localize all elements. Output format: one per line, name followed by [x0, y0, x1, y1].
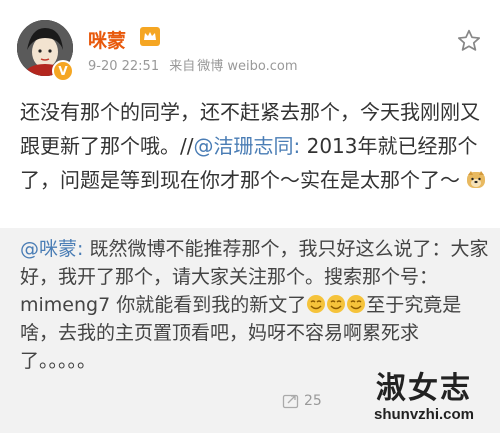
repost-content: @咪蒙: 既然微博不能推荐那个，我只好这么说了：大家好，我开了那个，请大家关注那… [20, 235, 490, 375]
repost-mention-link[interactable]: @咪蒙: [20, 238, 83, 260]
watermark-title: 淑女志 [376, 371, 472, 406]
share-icon [282, 394, 299, 409]
smile-emoji-icon [307, 295, 326, 313]
smile-emoji-icon [327, 295, 346, 313]
post-time: 9-20 22:51 [88, 59, 160, 74]
share-count: 25 [304, 393, 322, 409]
verified-badge: V [52, 60, 74, 82]
post-meta: 9-20 22:51 来自 微博 weibo.com [88, 55, 304, 74]
smile-emoji-icon [347, 295, 366, 313]
vip-crown-icon[interactable] [140, 27, 160, 46]
doge-icon [467, 171, 486, 188]
username[interactable]: 咪蒙 [88, 26, 126, 53]
site-watermark: 淑女志 shunvzhi.com [372, 363, 492, 429]
post-source[interactable]: 微博 weibo.com [197, 59, 297, 74]
source-prefix: 来自 [169, 59, 196, 74]
favorite-star-icon[interactable] [456, 28, 482, 54]
mention-link[interactable]: @洁珊志同: [193, 134, 300, 158]
watermark-url: shunvzhi.com [374, 406, 475, 423]
post-content: 还没有那个的同学，还不赶紧去那个，今天我刚刚又跟更新了那个哦。//@洁珊志同: … [20, 95, 490, 197]
post-header: V 咪蒙 9-20 22:51 来自 微博 weibo.com [0, 0, 500, 88]
repost-share-button[interactable]: 25 [282, 390, 322, 412]
